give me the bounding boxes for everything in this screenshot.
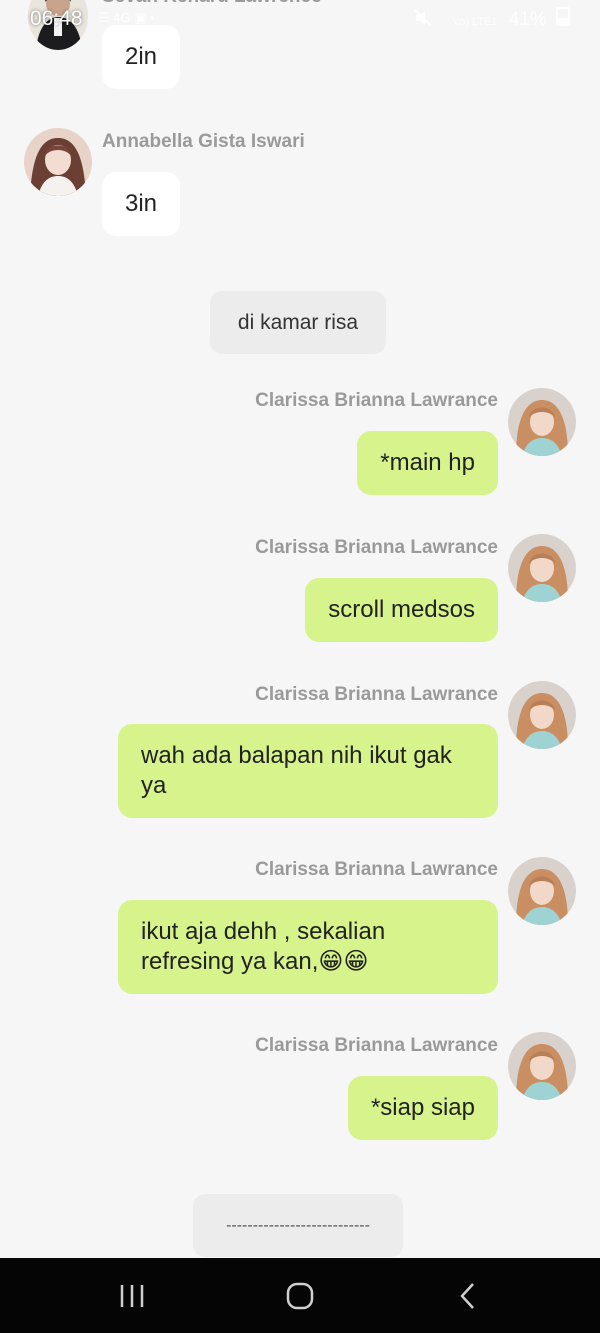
sender-name: Clarissa Brianna Lawrance [255,390,498,411]
sender-name: Clarissa Brianna Lawrance [255,1035,498,1056]
message-bubble[interactable]: *siap siap [347,1076,498,1140]
chat-screen: Sevan Kenaru Lawrence 2in Annabella Gist… [0,0,600,1333]
sender-name: Clarissa Brianna Lawrance [255,684,498,705]
battery-icon [556,7,570,26]
avatar[interactable] [508,857,576,925]
recent-apps-icon [120,1284,144,1307]
sender-name: Clarissa Brianna Lawrance [255,537,498,558]
message-bubble[interactable]: ikut aja dehh , sekalian refresing ya ka… [118,900,498,994]
mute-icon [414,9,432,27]
sender-name: Annabella Gista Iswari [102,131,305,152]
message-text-line: wah ada balapan nih ikut gak [141,742,452,769]
back-icon [460,1282,474,1309]
home-icon [286,1282,314,1309]
avatar[interactable] [508,388,576,456]
avatar[interactable] [508,1032,576,1100]
avatar[interactable] [508,681,576,749]
message-bubble[interactable]: 3in [102,172,181,236]
battery-percent: 41% [508,9,547,30]
system-message: di kamar risa [210,291,386,354]
notification-icons: ☰ 4G ▣ • [98,10,155,25]
message-bubble[interactable]: *main hp [357,431,498,495]
status-time: 06:48 [30,7,83,30]
sender-name: Clarissa Brianna Lawrance [255,859,498,880]
message-text-line: refresing ya kan,😁😁 [141,948,369,975]
message-bubble[interactable]: wah ada balapan nih ikut gak ya [118,724,498,818]
navigation-bar [0,1258,600,1333]
message-text-line: ikut aja dehh , sekalian [141,918,386,945]
home-button[interactable] [250,1258,350,1333]
message-bubble[interactable]: scroll medsos [305,578,498,642]
avatar[interactable] [508,534,576,602]
status-right: Vo) LTE1 41% [452,7,570,31]
system-message: --------------------------- [193,1194,403,1257]
back-button[interactable] [418,1258,518,1333]
message-text-line: ya [141,772,167,799]
recent-apps-button[interactable] [82,1258,182,1333]
status-bar: 06:48 ☰ 4G ▣ • Vo) LTE1 41% [0,0,600,36]
avatar[interactable] [24,128,92,196]
chat-scroll-area[interactable]: Sevan Kenaru Lawrence 2in Annabella Gist… [0,0,600,1258]
signal-label: Vo) LTE1 [452,16,498,28]
